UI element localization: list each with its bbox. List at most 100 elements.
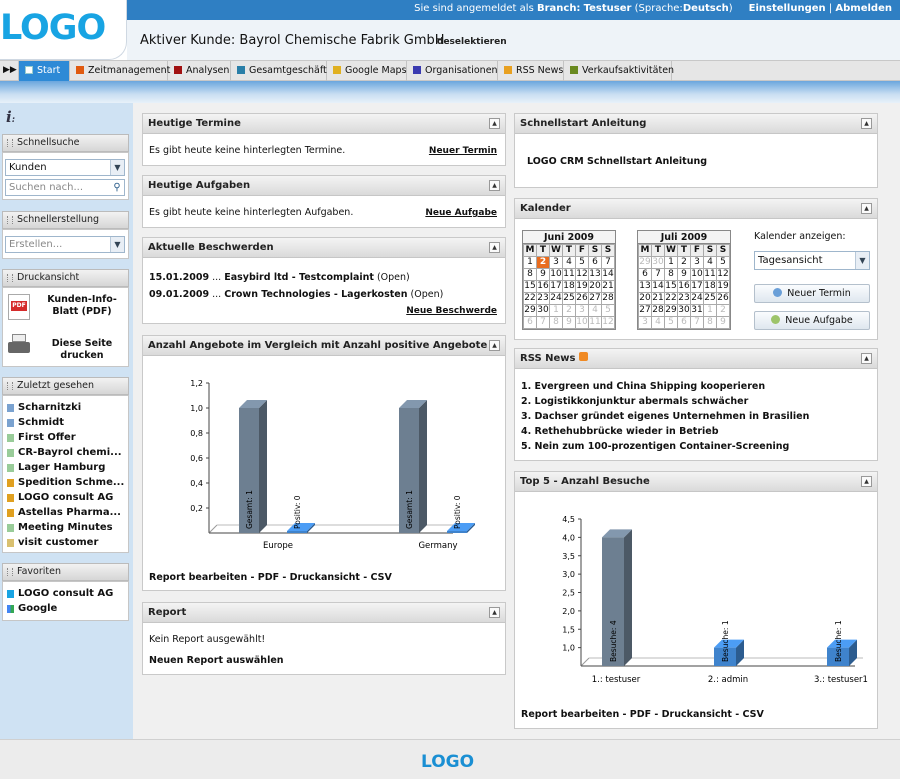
- calendar-day[interactable]: 25: [562, 292, 576, 305]
- calendar-day[interactable]: 14: [601, 268, 615, 281]
- calendar-day[interactable]: 1: [703, 304, 717, 317]
- calendar-day[interactable]: 4: [703, 256, 717, 269]
- favorite-item[interactable]: Google: [7, 603, 57, 614]
- recent-item[interactable]: CR-Bayrol chemi...: [7, 447, 122, 458]
- chevron-down-icon[interactable]: ▼: [110, 160, 124, 175]
- calendar-day[interactable]: 4: [562, 256, 576, 269]
- calendar-day[interactable]: 6: [638, 268, 652, 281]
- calendar-day[interactable]: 27: [588, 292, 602, 305]
- calendar-day[interactable]: 12: [575, 268, 589, 281]
- recent-item[interactable]: Schmidt: [7, 417, 64, 428]
- calendar-day[interactable]: 20: [638, 292, 652, 305]
- calendar-day[interactable]: 6: [677, 316, 691, 329]
- search-input[interactable]: Suchen nach... ⚲: [5, 179, 125, 196]
- calendar-view-select[interactable]: Tagesansicht ▼: [754, 251, 870, 270]
- pdf-link[interactable]: Kunden-Info-Blatt (PDF): [39, 294, 125, 318]
- calendar-day[interactable]: 7: [536, 316, 550, 329]
- quicksearch-header[interactable]: Schnellsuche: [2, 134, 129, 152]
- calendar-day[interactable]: 5: [601, 304, 615, 317]
- calendar-day[interactable]: 5: [664, 316, 678, 329]
- calendar-day[interactable]: 27: [638, 304, 652, 317]
- calendar-day[interactable]: 13: [638, 280, 652, 293]
- calendar-day[interactable]: 20: [588, 280, 602, 293]
- calendar-day[interactable]: 8: [664, 268, 678, 281]
- collapse-icon[interactable]: ▲: [489, 242, 500, 253]
- favorites-header[interactable]: Favoriten: [2, 563, 129, 581]
- calendar-day[interactable]: 5: [716, 256, 730, 269]
- calendar-day[interactable]: 17: [690, 280, 704, 293]
- calendar-day[interactable]: 26: [716, 292, 730, 305]
- tab-zeitmanagement[interactable]: Zeitmanagement: [70, 61, 170, 81]
- collapse-icon[interactable]: ▲: [861, 203, 872, 214]
- calendar-day[interactable]: 7: [690, 316, 704, 329]
- calendar-day[interactable]: 2: [716, 304, 730, 317]
- calendar-day[interactable]: 3: [638, 316, 652, 329]
- calendar-day[interactable]: 9: [536, 268, 550, 281]
- calendar-day[interactable]: 11: [562, 268, 576, 281]
- printer-icon[interactable]: [8, 334, 32, 356]
- collapse-icon[interactable]: ▲: [489, 607, 500, 618]
- info-icon[interactable]: i:: [6, 108, 15, 126]
- favorite-item[interactable]: LOGO consult AG: [7, 588, 113, 599]
- news-item[interactable]: 4. Rethehubbrücke wieder in Betrieb: [521, 426, 719, 437]
- calendar-day[interactable]: 21: [601, 280, 615, 293]
- calendar-day[interactable]: 30: [536, 304, 550, 317]
- calendar-day[interactable]: 21: [651, 292, 665, 305]
- create-select[interactable]: Erstellen... ▼: [5, 236, 125, 253]
- calendar-day[interactable]: 1: [664, 256, 678, 269]
- calendar-day[interactable]: 9: [562, 316, 576, 329]
- calendar-day[interactable]: 13: [588, 268, 602, 281]
- tab-gesamtgeschaeft[interactable]: Gesamtgeschäft: [231, 61, 327, 81]
- logout-link[interactable]: Abmelden: [835, 3, 892, 14]
- calendar-day[interactable]: 24: [549, 292, 563, 305]
- recent-item[interactable]: Astellas Pharma...: [7, 507, 121, 518]
- report-actions-links[interactable]: Report bearbeiten - PDF - Druckansicht -…: [521, 709, 764, 720]
- calendar-day[interactable]: 15: [664, 280, 678, 293]
- calendar-day[interactable]: 17: [549, 280, 563, 293]
- search-type-select[interactable]: Kunden ▼: [5, 159, 125, 176]
- calendar-day[interactable]: 5: [575, 256, 589, 269]
- calendar-day[interactable]: 26: [575, 292, 589, 305]
- calendar-day[interactable]: 30: [677, 304, 691, 317]
- calendar-day[interactable]: 14: [651, 280, 665, 293]
- calendar-day[interactable]: 8: [549, 316, 563, 329]
- recent-item[interactable]: Lager Hamburg: [7, 462, 105, 473]
- complaint-item[interactable]: 15.01.2009 ... Easybird ltd - Testcompla…: [149, 272, 410, 283]
- calendar-day[interactable]: 3: [690, 256, 704, 269]
- calendar-day[interactable]: 7: [601, 256, 615, 269]
- calendar-day[interactable]: 4: [651, 316, 665, 329]
- print-page-link[interactable]: Diese Seite drucken: [39, 338, 125, 362]
- recent-item[interactable]: visit customer: [7, 537, 98, 548]
- calendar-day[interactable]: 28: [651, 304, 665, 317]
- calendar-day[interactable]: 24: [690, 292, 704, 305]
- collapse-icon[interactable]: ▲: [489, 118, 500, 129]
- new-task-button[interactable]: Neue Aufgabe: [754, 311, 870, 330]
- recent-item[interactable]: LOGO consult AG: [7, 492, 113, 503]
- news-item[interactable]: 2. Logistikkonjunktur abermals schwächer: [521, 396, 748, 407]
- calendar-day[interactable]: 19: [575, 280, 589, 293]
- collapse-icon[interactable]: ▲: [861, 118, 872, 129]
- quickcreate-header[interactable]: Schnellerstellung: [2, 211, 129, 229]
- collapse-icon[interactable]: ▲: [489, 180, 500, 191]
- calendar-day[interactable]: 8: [703, 316, 717, 329]
- calendar-day[interactable]: 3: [549, 256, 563, 269]
- calendar-day[interactable]: 28: [601, 292, 615, 305]
- calendar-day[interactable]: 30: [651, 256, 665, 269]
- calendar-day[interactable]: 18: [562, 280, 576, 293]
- calendar-day[interactable]: 12: [716, 268, 730, 281]
- calendar-day[interactable]: 1: [523, 256, 537, 269]
- tab-analysen[interactable]: Analysen: [168, 61, 231, 81]
- new-complaint-link[interactable]: Neue Beschwerde: [406, 306, 497, 316]
- calendar-day[interactable]: 6: [523, 316, 537, 329]
- calendar-day[interactable]: 25: [703, 292, 717, 305]
- recent-item[interactable]: Spedition Schme...: [7, 477, 124, 488]
- print-header[interactable]: Druckansicht: [2, 269, 129, 287]
- calendar-day[interactable]: 9: [677, 268, 691, 281]
- calendar-day[interactable]: 16: [677, 280, 691, 293]
- collapse-icon[interactable]: ▲: [489, 340, 500, 351]
- calendar-day[interactable]: 10: [549, 268, 563, 281]
- collapse-icon[interactable]: ▲: [861, 353, 872, 364]
- complaint-item[interactable]: 09.01.2009 ... Crown Technologies - Lage…: [149, 289, 443, 300]
- calendar-day[interactable]: 4: [588, 304, 602, 317]
- calendar-day[interactable]: 29: [638, 256, 652, 269]
